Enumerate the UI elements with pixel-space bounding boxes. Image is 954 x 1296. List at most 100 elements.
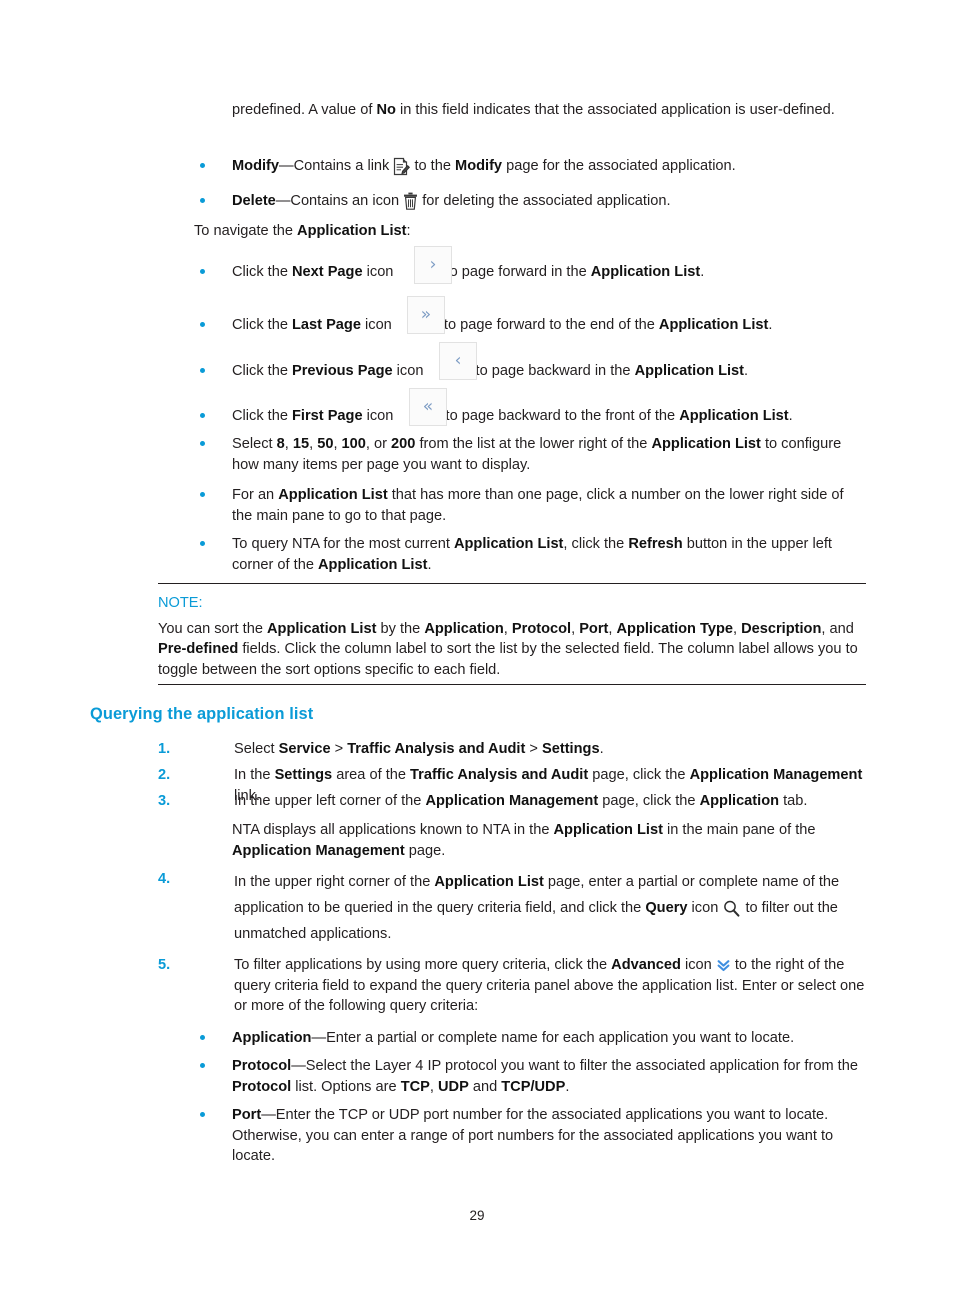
list-item-delete: Delete—Contains an icon for deleting the… <box>194 191 866 212</box>
first-page-button[interactable]: « <box>409 388 447 426</box>
menu-settings: Settings <box>541 741 600 757</box>
bullet-dot-icon <box>200 413 205 418</box>
step2-lead: In the <box>234 767 275 783</box>
chevron-double-right-icon: » <box>420 304 432 325</box>
step2-mid2: page, click the <box>588 767 690 783</box>
first-page-tail-bold: Application List <box>679 408 789 424</box>
chevron-double-left-icon: « <box>422 396 434 417</box>
step4-application-list-bold: Application List <box>434 874 544 890</box>
criteria-application-text: Application—Enter a partial or complete … <box>232 1028 866 1049</box>
term-modify: Modify <box>232 158 280 174</box>
navigate-intro: To navigate the Application List: <box>194 221 866 242</box>
page-size-lead: Select <box>232 436 277 452</box>
document-page: predefined. A value of No in this field … <box>0 0 954 1296</box>
page-title: Querying the application list <box>90 705 314 723</box>
page-size-mid: from the list at the lower right of the <box>415 436 652 452</box>
previous-page-button[interactable]: ‹ <box>439 342 477 380</box>
list-item-delete-text: Delete—Contains an icon for deleting the… <box>232 191 866 212</box>
note-label: NOTE: <box>158 595 203 611</box>
search-icon[interactable] <box>722 899 741 918</box>
step3-note-application-list: Application List <box>553 822 663 838</box>
note-body-f: fields. Click the column label to sort t… <box>158 641 858 678</box>
term-criteria-protocol: Protocol <box>232 1058 292 1074</box>
modify-after-icon-text-c: page for the associated application. <box>502 158 736 174</box>
step5-advanced-bold: Advanced <box>611 957 681 973</box>
next-page-button[interactable]: › <box>414 246 452 284</box>
bullet-dot-icon <box>200 492 205 497</box>
modify-icon <box>393 157 411 176</box>
step-number-5: 5. <box>158 957 171 973</box>
list-item-refresh-text: To query NTA for the most current Applic… <box>232 534 866 575</box>
menu-service: Service <box>278 741 331 757</box>
delete-before-icon-text: —Contains an icon <box>275 193 404 209</box>
list-item-next-page-text: Click the Next Page icon to page forward… <box>232 262 866 283</box>
step-text-1: Select Service > Traffic Analysis and Au… <box>234 739 866 760</box>
prev-page-tail-bold: Application List <box>634 363 745 379</box>
bullet-dot-icon <box>200 163 205 168</box>
list-item-criteria-protocol: Protocol—Select the Layer 4 IP protocol … <box>194 1056 866 1097</box>
step5-lead: To filter applications by using more que… <box>234 957 612 973</box>
refresh-lead: To query NTA for the most current <box>232 536 454 552</box>
bullet-dot-icon <box>200 269 205 274</box>
first-page-tail-c: . <box>788 408 793 424</box>
step1-lead: Select <box>234 741 279 757</box>
note-field-port: Port <box>579 620 609 637</box>
prev-page-tail-a: to page backward in the <box>471 363 635 379</box>
note-application-list-bold: Application List <box>267 620 377 637</box>
bullet-dot-icon <box>200 1063 205 1068</box>
step2-traffic-bold: Traffic Analysis and Audit <box>410 767 589 783</box>
page-number: 29 <box>469 1208 485 1223</box>
list-item-first-page: Click the First Page icon to page backwa… <box>194 406 866 427</box>
step3-note: NTA displays all applications known to N… <box>232 820 872 861</box>
page-size-option-15: 15 <box>292 436 310 452</box>
step3-application-tab-bold: Application <box>699 793 780 809</box>
step5-mid1: icon <box>680 957 716 973</box>
last-page-button[interactable]: » <box>407 296 445 334</box>
intro-text-c: in this field indicates that the associa… <box>395 102 835 118</box>
intro-no-bold: No <box>376 102 396 118</box>
step3-note-e: page. <box>404 842 446 859</box>
navigate-intro-c: : <box>406 223 411 239</box>
last-page-tail-bold: Application List <box>658 317 769 333</box>
list-item-multi-page: For an Application List that has more th… <box>194 485 866 526</box>
note-block: NOTE: You can sort the Application List … <box>158 583 866 686</box>
refresh-term1-bold: Application List <box>453 536 564 552</box>
protocol-joiner-2: and <box>468 1078 502 1095</box>
protocol-option-udp: UDP <box>437 1078 469 1095</box>
list-item-page-size: Select 8, 15, 50, 100, or 200 from the l… <box>194 434 866 475</box>
list-item-criteria-port: Port—Enter the TCP or UDP port number fo… <box>194 1105 866 1167</box>
step4-mid2: icon <box>687 900 723 916</box>
step3-note-application-management: Application Management <box>232 842 405 859</box>
list-item-previous-page: Click the Previous Page icon to page bac… <box>194 361 866 382</box>
refresh-tail: . <box>427 556 432 573</box>
delete-after-icon-text: for deleting the associated application. <box>418 193 671 209</box>
step2-settings-bold: Settings <box>274 767 333 783</box>
step-text-5: To filter applications by using more que… <box>234 955 866 1017</box>
criteria-application-desc: —Enter a partial or complete name for ea… <box>311 1030 795 1046</box>
bullet-dot-icon <box>200 441 205 446</box>
menu-traffic-analysis-and-audit: Traffic Analysis and Audit <box>347 741 526 757</box>
step-item-3: 3. In the upper left corner of the Appli… <box>158 791 866 812</box>
next-page-mid: icon <box>362 264 398 280</box>
protocol-option-tcp-udp: TCP/UDP <box>501 1078 566 1095</box>
next-page-tail-c: . <box>700 264 705 280</box>
note-body-c: by the <box>376 620 425 637</box>
list-item-next-page: Click the Next Page icon to page forward… <box>194 262 866 283</box>
criteria-protocol-list-bold: Protocol <box>232 1078 292 1095</box>
chevron-double-down-icon[interactable] <box>716 958 731 973</box>
modify-before-icon-text: —Contains a link <box>279 158 394 174</box>
multi-page-lead: For an <box>232 487 279 503</box>
term-last-page: Last Page <box>292 317 361 333</box>
step3-lead: In the upper left corner of the <box>234 793 426 809</box>
refresh-term3-bold: Application List <box>318 556 428 573</box>
page-size-option-8: 8 <box>276 436 285 452</box>
step3-application-management-bold: Application Management <box>425 793 599 809</box>
term-previous-page: Previous Page <box>292 363 393 379</box>
first-page-lead: Click the <box>232 408 293 424</box>
prev-page-tail-c: . <box>744 363 749 379</box>
page-size-term-bold: Application List <box>651 436 761 452</box>
multi-page-term-bold: Application List <box>278 487 388 503</box>
page-size-option-100: 100 <box>341 436 366 452</box>
bullet-dot-icon <box>200 198 205 203</box>
step1-tail: . <box>599 741 604 757</box>
